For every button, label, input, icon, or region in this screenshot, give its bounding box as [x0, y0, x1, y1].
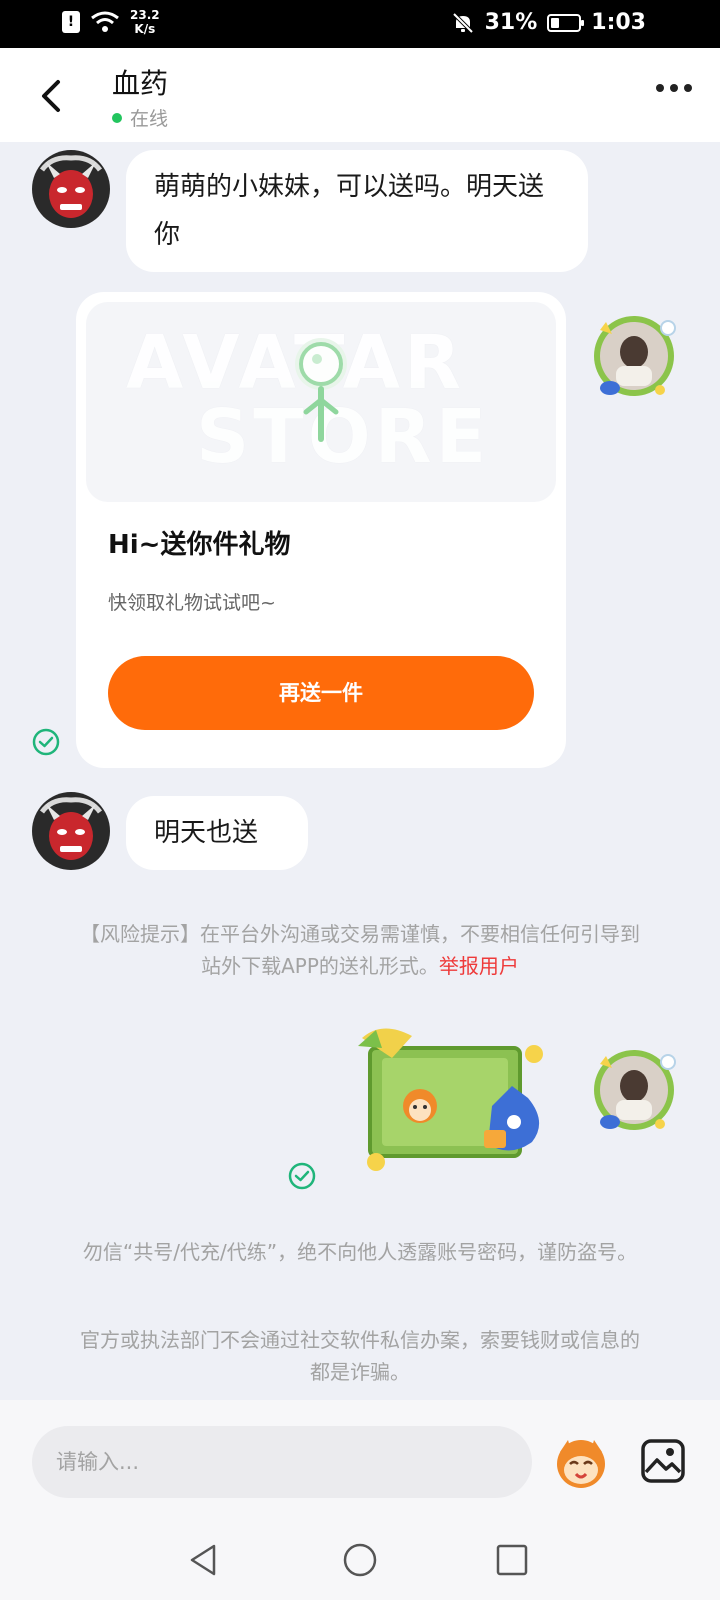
- back-icon[interactable]: [28, 72, 76, 120]
- nav-recents-icon[interactable]: [494, 1542, 530, 1578]
- check-circle-icon: [288, 1162, 316, 1190]
- emoji-icon[interactable]: [554, 1436, 608, 1490]
- contact-avatar[interactable]: [32, 792, 110, 870]
- nav-home-icon[interactable]: [342, 1542, 378, 1578]
- more-icon[interactable]: [656, 84, 692, 92]
- my-avatar[interactable]: [590, 1046, 678, 1134]
- chat-header: 血药 在线: [0, 48, 720, 142]
- battery-percent: 31%: [484, 10, 538, 35]
- status-bar: ! 23.2 K/s 31% 1:03: [0, 0, 720, 48]
- safety-notice: 勿信“共号/代充/代练”，绝不向他人透露账号密码，谨防盗号。: [82, 1240, 638, 1264]
- incoming-message[interactable]: 明天也送: [126, 796, 308, 870]
- contact-avatar[interactable]: [32, 150, 110, 228]
- incoming-message[interactable]: 萌萌的小妹妹，可以送吗。明天送你: [126, 150, 588, 272]
- input-bar: [0, 1400, 720, 1520]
- gift-item-icon: [295, 338, 347, 442]
- message-text: 明天也送: [154, 818, 259, 848]
- gift-subtitle: 快领取礼物试试吧~: [108, 592, 276, 614]
- battery-icon: [547, 13, 585, 32]
- message-input[interactable]: [32, 1426, 532, 1498]
- online-dot-icon: [112, 112, 122, 123]
- risk-notice-text: 【风险提示】在平台外沟通或交易需谨慎，不要相信任何引导到站外下载APP的送礼形式…: [80, 922, 640, 978]
- network-speed: 23.2 K/s: [130, 8, 160, 36]
- my-avatar[interactable]: [590, 312, 678, 400]
- send-again-button[interactable]: 再送一件: [108, 656, 534, 730]
- image-icon[interactable]: [640, 1438, 686, 1484]
- risk-notice: 【风险提示】在平台外沟通或交易需谨慎，不要相信任何引导到站外下载APP的送礼形式…: [80, 918, 640, 982]
- report-user-link[interactable]: 举报用户: [439, 954, 519, 978]
- contact-name: 血药: [112, 67, 169, 100]
- gift-card-message[interactable]: AVATAR STORE Hi~送你件礼物 快领取礼物试试吧~ 再送一件: [76, 292, 566, 768]
- online-status: 在线: [112, 104, 168, 131]
- clock: 1:03: [591, 10, 646, 35]
- check-circle-icon: [32, 728, 60, 756]
- online-status-label: 在线: [130, 108, 169, 130]
- gift-banner: AVATAR STORE: [86, 302, 556, 502]
- system-nav-bar: [0, 1520, 720, 1600]
- gift-title: Hi~送你件礼物: [108, 530, 291, 560]
- mute-bell-icon: [452, 12, 474, 33]
- message-text: 萌萌的小妹妹，可以送吗。明天送你: [154, 172, 545, 250]
- sticker-message[interactable]: [352, 1026, 562, 1176]
- safety-notice: 官方或执法部门不会通过社交软件私信办案，索要钱财或信息的都是诈骗。: [80, 1328, 640, 1384]
- wifi-icon: [91, 11, 119, 32]
- nav-back-icon[interactable]: [186, 1542, 222, 1578]
- sim-alert-icon: !: [62, 11, 80, 33]
